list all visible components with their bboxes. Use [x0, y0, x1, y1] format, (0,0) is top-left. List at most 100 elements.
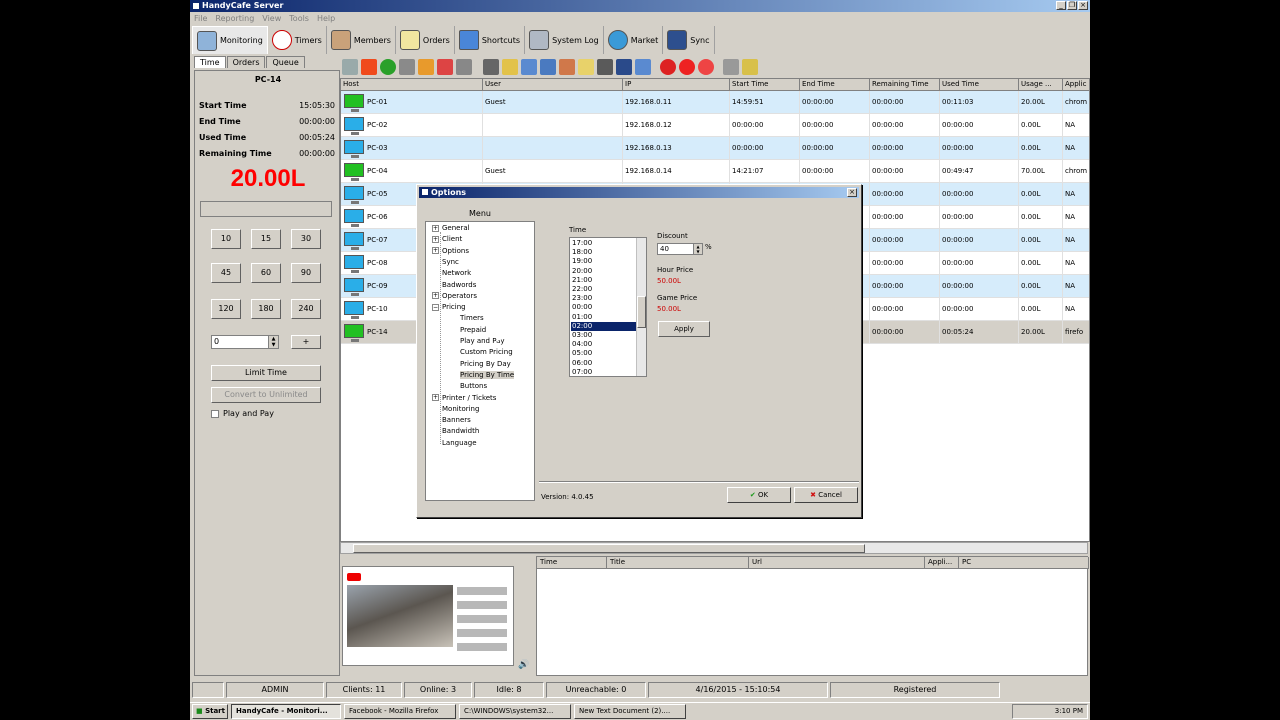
minutes-60-button[interactable]: 60 — [251, 263, 281, 283]
tree-item[interactable]: Pricing By Day — [460, 360, 511, 368]
apply-button[interactable]: Apply — [658, 321, 710, 337]
settings-icon[interactable] — [742, 59, 758, 75]
layout-icon[interactable] — [540, 59, 556, 75]
tab-time[interactable]: Time — [194, 56, 226, 68]
col-time[interactable]: Time — [537, 557, 607, 569]
check-icon[interactable] — [380, 59, 396, 75]
taskbar-item-firefox[interactable]: Facebook - Mozilla Firefox — [344, 704, 456, 719]
user-icon[interactable] — [559, 59, 575, 75]
checkbox-icon[interactable] — [211, 409, 219, 418]
tree-item[interactable]: + General — [432, 224, 470, 232]
tree-item[interactable]: Timers — [460, 314, 484, 322]
table-row[interactable]: PC-01 Guest 192.168.0.11 14:59:51 00:00:00 00… — [341, 91, 1089, 114]
stop-icon[interactable] — [361, 59, 377, 75]
col-used-time[interactable]: Used Time — [940, 79, 1019, 91]
minutes-90-button[interactable]: 90 — [291, 263, 321, 283]
menu-tools[interactable]: Tools — [289, 12, 309, 25]
minutes-180-button[interactable]: 180 — [251, 299, 281, 319]
expand-icon[interactable]: + — [432, 224, 439, 232]
time-list-item[interactable]: 21:00 — [571, 276, 637, 285]
taskbar-item-cmd[interactable]: C:\WINDOWS\system32... — [459, 704, 571, 719]
tree-item[interactable]: + Operators — [432, 292, 477, 300]
col-host[interactable]: Host — [341, 79, 483, 91]
minutes-240-button[interactable]: 240 — [291, 299, 321, 319]
tree-item[interactable]: − Pricing — [432, 303, 466, 311]
minutes-spinner[interactable]: 0 ▲ ▼ — [211, 335, 279, 349]
tab-members[interactable]: Members — [327, 26, 396, 54]
time-list-item[interactable]: 05:00 — [571, 349, 637, 358]
time-list-scrollbar[interactable] — [636, 238, 646, 376]
lock-icon[interactable] — [437, 59, 453, 75]
scrollbar-thumb[interactable] — [637, 296, 646, 328]
tree-item[interactable]: Custom Pricing — [460, 348, 513, 356]
tree-item[interactable]: + Client — [432, 235, 462, 243]
forward-icon[interactable] — [399, 59, 415, 75]
restore-button[interactable]: ❐ — [1067, 1, 1077, 10]
time-list-item[interactable]: 18:00 — [571, 248, 637, 257]
monitor-icon[interactable] — [616, 59, 632, 75]
time-list-item[interactable]: 23:00 — [571, 294, 637, 303]
spinner-arrows-icon[interactable]: ▲ ▼ — [693, 244, 702, 254]
close-button[interactable]: × — [1078, 1, 1088, 10]
time-list[interactable]: 17:00 18:00 19:00 20:00 21:00 22:00 23:00 00:00… — [569, 237, 647, 377]
tab-timers[interactable]: Timers — [268, 26, 327, 54]
taskbar-item-handycafe[interactable]: HandyCafe - Monitori... — [231, 704, 341, 719]
col-start-time[interactable]: Start Time — [730, 79, 800, 91]
minutes-120-button[interactable]: 120 — [211, 299, 241, 319]
tab-orders[interactable]: Orders — [396, 26, 455, 54]
time-list-item[interactable]: 07:00 — [571, 368, 637, 376]
taskbar-item-notepad[interactable]: New Text Document (2).... — [574, 704, 686, 719]
menu-view[interactable]: View — [262, 12, 281, 25]
close-circle-icon[interactable] — [660, 59, 676, 75]
time-list-item[interactable]: 03:00 — [571, 331, 637, 340]
col-pc[interactable]: PC — [959, 557, 1089, 569]
horizontal-scrollbar[interactable] — [340, 542, 1088, 554]
tree-item[interactable]: Badwords — [432, 281, 476, 289]
expand-icon[interactable]: + — [432, 394, 439, 401]
tab-system-log[interactable]: System Log — [525, 26, 604, 54]
expand-icon[interactable]: + — [432, 247, 439, 255]
power-icon[interactable] — [698, 59, 714, 75]
discount-input[interactable]: 40 ▲ ▼ — [657, 243, 703, 255]
refresh-icon[interactable] — [418, 59, 434, 75]
database-icon[interactable] — [723, 59, 739, 75]
tree-item[interactable]: Language — [432, 439, 477, 447]
tab-market[interactable]: Market — [604, 26, 664, 54]
menu-help[interactable]: Help — [317, 12, 335, 25]
tree-item[interactable]: + Options — [432, 247, 469, 255]
add-time-button[interactable]: + — [291, 335, 321, 349]
tab-orders-left[interactable]: Orders — [226, 56, 266, 68]
logoff-icon[interactable] — [679, 59, 695, 75]
limit-time-button[interactable]: Limit Time — [211, 365, 321, 381]
time-list-item[interactable]: 19:00 — [571, 257, 637, 266]
expand-icon[interactable]: + — [432, 235, 439, 243]
menu-file[interactable]: File — [194, 12, 207, 25]
minutes-45-button[interactable]: 45 — [211, 263, 241, 283]
minutes-15-button[interactable]: 15 — [251, 229, 281, 249]
restart-icon[interactable] — [456, 59, 472, 75]
col-remaining-time[interactable]: Remaining Time — [870, 79, 940, 91]
window-icon[interactable] — [521, 59, 537, 75]
col-ip[interactable]: IP — [623, 79, 730, 91]
tree-item[interactable]: Pricing By Time — [460, 370, 515, 379]
minimize-button[interactable]: _ — [1056, 1, 1066, 10]
col-end-time[interactable]: End Time — [800, 79, 870, 91]
camera-icon[interactable] — [483, 59, 499, 75]
tab-monitoring[interactable]: Monitoring — [192, 26, 268, 54]
col-url[interactable]: Url — [749, 557, 925, 569]
speaker-icon[interactable]: 🔊 — [518, 660, 529, 670]
tree-item[interactable]: Sync — [432, 258, 459, 266]
col-appli[interactable]: Appli... — [925, 557, 959, 569]
tab-queue[interactable]: Queue — [266, 56, 305, 68]
time-list-item[interactable]: 22:00 — [571, 285, 637, 294]
convert-unlimited-button[interactable]: Convert to Unlimited — [211, 387, 321, 403]
table-row[interactable]: PC-04 Guest 192.168.0.14 14:21:07 00:00:00 00… — [341, 160, 1089, 183]
start-button[interactable]: ■ Start — [192, 704, 228, 719]
col-application[interactable]: Applic — [1063, 79, 1089, 91]
spinner-arrows-icon[interactable]: ▲ ▼ — [268, 336, 278, 348]
minutes-30-button[interactable]: 30 — [291, 229, 321, 249]
time-list-item[interactable]: 17:00 — [571, 239, 637, 248]
message-icon[interactable] — [578, 59, 594, 75]
play-icon[interactable] — [342, 59, 358, 75]
time-list-item[interactable]: 20:00 — [571, 267, 637, 276]
